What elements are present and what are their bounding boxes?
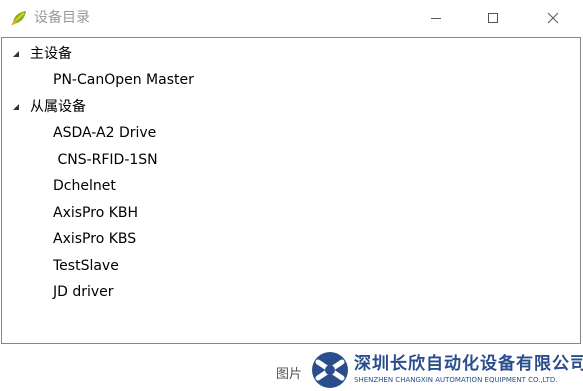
tree-item-device[interactable]: ASDA-A2 Drive bbox=[53, 124, 156, 142]
minimize-icon bbox=[430, 9, 442, 28]
close-button[interactable] bbox=[530, 0, 576, 36]
title-bar[interactable]: 设备目录 bbox=[0, 0, 583, 37]
tree-item-device[interactable]: AxisPro KBH bbox=[53, 204, 138, 222]
tree-item-device[interactable]: AxisPro KBS bbox=[53, 230, 136, 248]
tree-item-device[interactable]: TestSlave bbox=[53, 257, 119, 275]
tree-group-slave-devices[interactable]: 从属设备 bbox=[30, 98, 86, 116]
window-title: 设备目录 bbox=[34, 10, 90, 26]
minimize-button[interactable] bbox=[413, 0, 459, 36]
tree-item-device[interactable]: Dchelnet bbox=[53, 177, 116, 195]
tree-item-device[interactable]: CNS-RFID-1SN bbox=[53, 151, 157, 169]
company-name-english: SHENZHEN CHANGXIN AUTOMATION EQUIPMENT C… bbox=[354, 376, 558, 384]
tree-item-device[interactable]: PN-CanOpen Master bbox=[53, 71, 194, 89]
company-logo-icon bbox=[310, 350, 350, 390]
maximize-button[interactable] bbox=[470, 0, 516, 36]
close-icon bbox=[547, 9, 559, 28]
leaf-app-icon bbox=[10, 9, 28, 27]
company-name: 深圳长欣自动化设备有限公司 bbox=[354, 354, 583, 374]
tree-item-device[interactable]: JD driver bbox=[53, 283, 114, 301]
device-catalog-window: 设备目录 主设备 PN-CanOpen Master 从属设备 ASDA-A2 … bbox=[0, 0, 583, 391]
company-watermark: 深圳长欣自动化设备有限公司 SHENZHEN CHANGXIN AUTOMATI… bbox=[310, 350, 583, 390]
device-tree[interactable]: 主设备 PN-CanOpen Master 从属设备 ASDA-A2 Drive… bbox=[1, 37, 581, 344]
maximize-icon bbox=[487, 9, 499, 28]
tree-group-main-device[interactable]: 主设备 bbox=[30, 45, 72, 63]
image-caption: 图片 bbox=[276, 367, 303, 382]
